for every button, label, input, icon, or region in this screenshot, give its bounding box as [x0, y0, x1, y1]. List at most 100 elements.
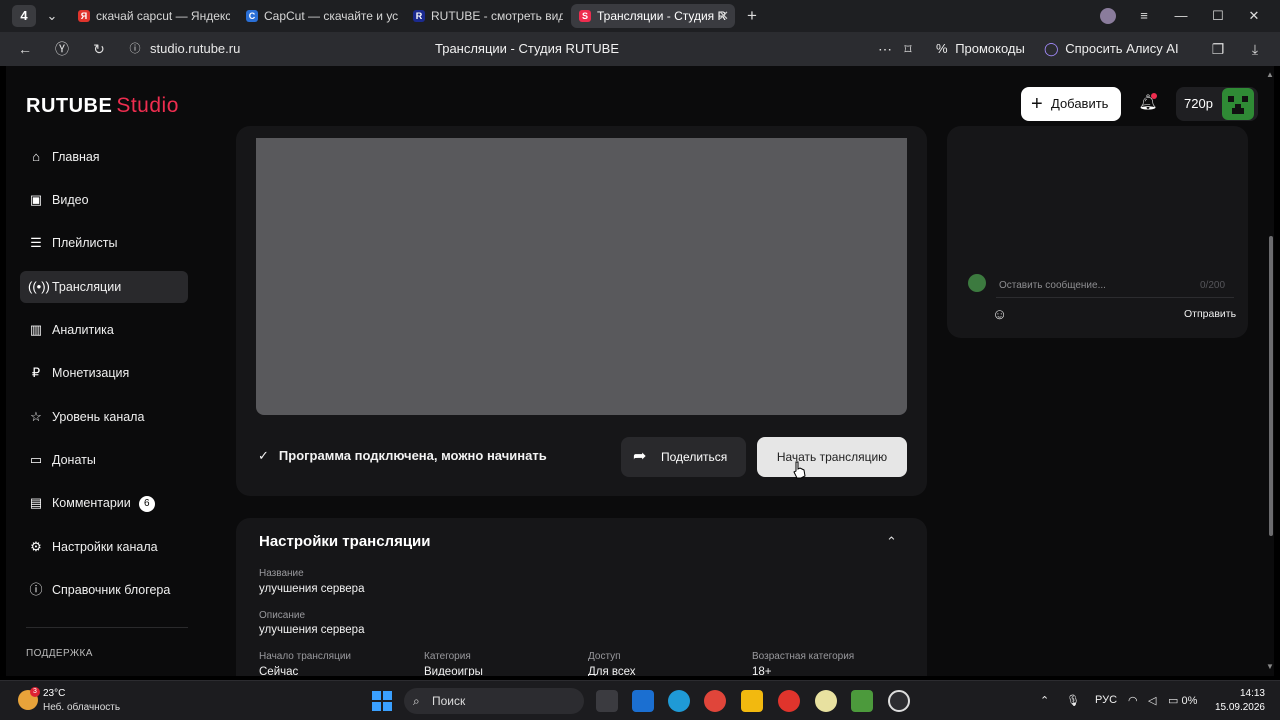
start-broadcast-button[interactable]: Начать трансляцию [757, 437, 907, 477]
broadcast-icon: ((•)) [28, 279, 50, 294]
ask-alice-button[interactable]: ◯ Спросить Алису AI [1044, 41, 1179, 57]
volume-icon[interactable]: ◁ [1148, 694, 1156, 707]
tab-label: скачай capcut — Яндекс [96, 9, 230, 23]
category-value: Видеоигры [424, 666, 483, 676]
windows-start-icon[interactable] [372, 691, 392, 711]
page-title: Трансляции - Студия RUTUBE [435, 41, 619, 56]
yandex-home-icon[interactable]: Ⓨ [51, 38, 73, 60]
microphone-icon[interactable]: 🎙︎ [1066, 694, 1080, 707]
wifi-icon[interactable]: ◠ [1128, 694, 1138, 707]
start-time-label: Начало трансляции [259, 651, 351, 662]
sidebar-item-comments[interactable]: ▤ Комментарии 6 [20, 487, 188, 519]
support-heading: ПОДДЕРЖКА [26, 648, 93, 659]
sidebar-item-analytics[interactable]: ▥ Аналитика [20, 314, 188, 346]
store-icon[interactable] [632, 690, 654, 712]
hand-cursor-icon [793, 461, 806, 479]
tab-label: CapCut — скачайте и уст [264, 9, 398, 23]
sidebar-item-channel-level[interactable]: ☆ Уровень канала [20, 401, 188, 433]
clock-date[interactable]: 15.09.2026 [1205, 702, 1265, 713]
input-language[interactable]: РУС [1095, 694, 1117, 706]
sidebar-item-donations[interactable]: ▭ Донаты [20, 444, 188, 476]
send-message-button[interactable]: Отправить [1184, 308, 1236, 320]
comments-count-badge: 6 [138, 495, 155, 512]
edge-icon[interactable] [668, 690, 690, 712]
tab-capcut[interactable]: C CapCut — скачайте и уст [238, 4, 398, 28]
sidebar-item-home[interactable]: ⌂ Главная [20, 141, 188, 173]
name-value: улучшения сервера [259, 583, 365, 595]
category-label: Категория [424, 651, 471, 662]
windows-taskbar: 3 23°C Неб. облачность ⌕ Поиск ⌃ 🎙︎ РУС … [0, 680, 1280, 720]
notification-dot [1151, 93, 1157, 99]
chat-message-input[interactable]: Оставить сообщение... [999, 280, 1106, 291]
sidebar-item-blogger-guide[interactable]: ⓘ Справочник блогера [20, 574, 188, 606]
emoji-icon[interactable]: ☺ [992, 306, 1007, 323]
temperature: 23°C [43, 688, 66, 699]
video-icon: ▣ [29, 192, 43, 207]
comment-icon: ▤ [29, 495, 43, 510]
clock-time[interactable]: 14:13 [1225, 688, 1265, 699]
more-icon[interactable]: ⋯ [874, 38, 896, 60]
tab-yandex-search[interactable]: Я скачай capcut — Яндекс [70, 4, 230, 28]
share-button[interactable]: ➦ Поделиться [621, 437, 746, 477]
task-view-icon[interactable] [596, 690, 618, 712]
promo-button[interactable]: % Промокоды [936, 41, 1025, 56]
close-window-icon[interactable]: ✕ [1240, 5, 1268, 27]
file-explorer-icon[interactable] [741, 690, 763, 712]
reload-icon[interactable]: ↻ [88, 38, 110, 60]
address-bar: ← Ⓨ ↻ ⓘ studio.rutube.ru Трансляции - Ст… [0, 32, 1280, 66]
sidebar-item-playlists[interactable]: ☰ Плейлисты [20, 227, 188, 259]
tray-expand-icon[interactable]: ⌃ [1040, 694, 1049, 707]
url-field[interactable]: studio.rutube.ru [150, 41, 240, 56]
info-icon: ⓘ [29, 582, 43, 597]
tab-rutube[interactable]: R RUTUBE - смотреть виде [405, 4, 563, 28]
chevron-up-icon[interactable]: ⌃ [886, 534, 897, 550]
sidebar-item-video[interactable]: ▣ Видео [20, 184, 188, 216]
description-label: Описание [259, 610, 306, 621]
scroll-down-arrow-icon[interactable]: ▼ [1266, 662, 1274, 671]
minecraft-icon[interactable] [851, 690, 873, 712]
scroll-up-arrow-icon[interactable]: ▲ [1266, 70, 1274, 79]
profile-icon[interactable] [1094, 5, 1122, 27]
search-icon: ⌕ [413, 694, 420, 708]
home-icon: ⌂ [32, 149, 40, 164]
sidebar-item-channel-settings[interactable]: ⚙ Настройки канала [20, 531, 188, 563]
site-info-icon[interactable]: ⓘ [124, 38, 146, 60]
menu-icon[interactable]: ≡ [1130, 5, 1158, 27]
chat-user-avatar [968, 274, 986, 292]
chrome-icon[interactable] [704, 690, 726, 712]
bookmark-icon[interactable]: ⌑ [897, 38, 919, 60]
yandex-browser-icon[interactable] [815, 690, 837, 712]
name-label: Название [259, 568, 304, 579]
back-icon[interactable]: ← [14, 38, 36, 60]
ruble-icon: ₽ [31, 365, 41, 380]
access-label: Доступ [588, 651, 621, 662]
chat-char-counter: 0/200 [1200, 280, 1226, 291]
checkmark-icon: ✓ [258, 448, 269, 463]
tabs-dropdown-icon[interactable]: ⌄ [38, 5, 66, 27]
rutube-studio-logo[interactable]: RUTUBE Studio [26, 94, 179, 118]
browser-tab-bar: 4 ⌄ Я скачай capcut — Яндекс C CapCut — … [0, 0, 1280, 32]
maximize-icon[interactable]: ☐ [1204, 5, 1232, 27]
minimize-icon[interactable]: — [1167, 5, 1195, 27]
tab-count-button[interactable]: 4 [12, 5, 36, 27]
avatar[interactable] [1222, 88, 1254, 120]
yandex-icon[interactable] [778, 690, 800, 712]
steam-icon[interactable] [888, 690, 910, 712]
weather-badge: 3 [30, 687, 40, 697]
taskbar-search[interactable]: ⌕ Поиск [404, 688, 584, 714]
battery-indicator[interactable]: ▭ 0% [1168, 694, 1197, 707]
close-tab-icon[interactable]: ✕ [718, 4, 729, 28]
collections-icon[interactable]: ❐ [1207, 38, 1229, 60]
start-time-value: Сейчас [259, 666, 299, 676]
downloads-icon[interactable]: ⤓ [1244, 38, 1266, 60]
tab-rutube-studio[interactable]: S Трансляции - Студия R ✕ [571, 4, 735, 28]
page-scrollbar[interactable] [1269, 236, 1273, 536]
stream-preview [256, 138, 907, 415]
sidebar-item-monetization[interactable]: ₽ Монетизация [20, 357, 188, 389]
age-rating-value: 18+ [752, 666, 772, 676]
rutube-favicon-icon: R [413, 10, 425, 22]
sidebar-item-broadcasts[interactable]: ((•)) Трансляции [20, 271, 188, 303]
add-button[interactable]: + Добавить [1021, 87, 1121, 121]
new-tab-icon[interactable]: + [738, 5, 766, 27]
battery-icon: ▭ [1168, 695, 1179, 707]
